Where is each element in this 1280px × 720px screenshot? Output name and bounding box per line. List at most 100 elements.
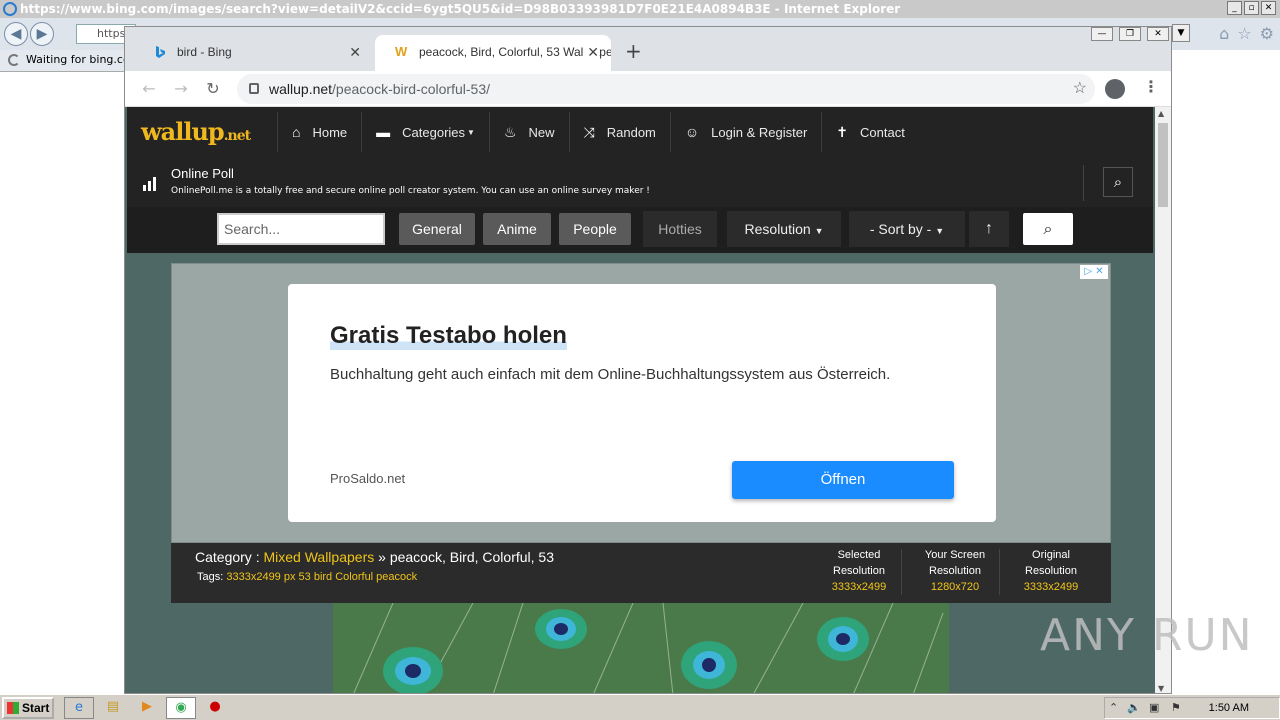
nav-categories[interactable]: ▬ Categories ▼ [362,112,490,152]
nav-contact[interactable]: ✝ Contact [822,112,919,152]
advertisement: ▷ ✕ Gratis Testabo holen Buchhaltung geh… [171,263,1111,543]
close-button[interactable]: ✕ [1147,27,1169,41]
person-icon: ✝ [836,123,849,140]
tab-label: bird - Bing [177,45,232,59]
header-search-button[interactable]: ⌕ [1103,167,1133,197]
loading-icon [8,54,20,66]
volume-icon[interactable]: 🔈 [1127,698,1141,718]
minimize-button[interactable]: _ [1227,1,1242,15]
scroll-down-icon[interactable]: ▼ [1158,684,1164,693]
resolution-dropdown[interactable]: Resolution ▼ [727,211,841,247]
breadcrumb: Category : Mixed Wallpapers » peacock, B… [195,549,555,565]
start-button[interactable]: Start [2,697,54,719]
close-button[interactable]: ✕ [1261,1,1276,15]
divider [999,549,1000,595]
tab-strip: bird - Bing ✕ W peacock, Bird, Colorful,… [125,27,1171,71]
ie-logo-icon [3,2,17,16]
wallpaper-image[interactable] [333,603,949,693]
network-icon[interactable]: ▣ [1149,698,1159,718]
nav-home[interactable]: ⌂ Home [277,112,363,152]
selected-resolution[interactable]: Selected Resolution 3333x2499 [819,547,899,595]
hotties-button[interactable]: Hotties [643,211,717,247]
forward-icon[interactable]: → [169,77,193,101]
ie-taskbar-icon[interactable]: e [64,697,94,719]
divider [1083,165,1084,201]
action-center-icon[interactable]: ⚑ [1171,698,1181,718]
address-bar[interactable]: wallup.net/peacock-bird-colorful-53/ ☆ [237,74,1095,104]
system-tray: ⌃ 🔈 ▣ ⚑ 1:50 AM [1104,697,1280,719]
forward-icon[interactable]: ▶ [30,22,54,46]
ad-open-button[interactable]: Öffnen [732,461,954,499]
new-tab-icon[interactable]: + [625,39,642,63]
fire-icon: ♨ [503,123,517,140]
site-header: wallup.net ⌂ Home ▬ Categories ▼ ♨ New ⤨ Rand… [127,107,1153,207]
site-logo[interactable]: wallup.net [141,117,251,146]
poll-description: OnlinePoll.me is a totally free and secu… [171,186,650,196]
ie-title-bar: https://www.bing.com/images/search?view=… [0,0,1280,18]
screen-resolution[interactable]: Your Screen Resolution 1280x720 [915,547,995,595]
filter-bar: Search... General Anime People Hotties R… [127,207,1153,253]
scroll-up-icon[interactable]: ▲ [1158,109,1164,118]
search-submit-button[interactable]: ⌕ [1023,213,1073,245]
wallpaper-info-bar: Category : Mixed Wallpapers » peacock, B… [171,543,1111,603]
peacock-feathers-image [333,603,949,693]
home-icon[interactable]: ⌂ [1219,24,1229,43]
ie-dropdown-icon[interactable]: ▼ [1172,24,1190,42]
anime-button[interactable]: Anime [483,213,551,245]
vertical-scrollbar[interactable]: ▲ ▼ [1155,107,1171,693]
chrome-toolbar: ← → ↻ wallup.net/peacock-bird-colorful-5… [125,71,1171,107]
tag-links[interactable]: 3333x2499 px 53 bird Colorful peacock [226,571,417,583]
folder-taskbar-icon[interactable]: ▤ [98,697,128,719]
ad-card[interactable]: Gratis Testabo holen Buchhaltung geht au… [288,284,996,522]
nav-login-register[interactable]: ☺ Login & Register [671,112,823,152]
close-tab-icon[interactable]: ✕ [583,35,599,69]
tab-wallup[interactable]: W peacock, Bird, Colorful, 53 Wallpaper … [375,35,611,71]
restore-button[interactable]: ❐ [1119,27,1141,41]
online-poll-ad[interactable]: Online Poll OnlinePoll.me is a totally f… [141,163,1081,203]
nav-random[interactable]: ⤨ Random [570,112,671,152]
favorites-icon[interactable]: ☆ [1237,24,1251,43]
tab-bing[interactable]: bird - Bing ✕ [133,35,373,71]
ad-headline[interactable]: Gratis Testabo holen [330,322,567,350]
media-player-taskbar-icon[interactable]: ▶ [132,697,162,719]
ad-text: Buchhaltung geht auch einfach mit dem On… [330,366,891,383]
taskbar: Start e ▤ ▶ ◉ ● ⌃ 🔈 ▣ ⚑ 1:50 AM [0,694,1280,720]
chrome-taskbar-icon[interactable]: ◉ [166,697,196,719]
tray-expand-icon[interactable]: ⌃ [1109,698,1118,718]
bookmark-star-icon[interactable]: ☆ [1073,74,1087,104]
original-resolution[interactable]: Original Resolution 3333x2499 [1011,547,1091,595]
general-button[interactable]: General [399,213,475,245]
sort-by-dropdown[interactable]: - Sort by - ▼ [849,211,965,247]
nav-new[interactable]: ♨ New [490,112,570,152]
main-nav: ⌂ Home ▬ Categories ▼ ♨ New ⤨ Random ☺ Login &… [277,109,919,155]
sort-order-arrow-icon[interactable]: ↑ [969,211,1009,247]
back-icon[interactable]: ← [137,77,161,101]
ie-tab-label: Waiting for bing.com [26,53,124,66]
wallpaper-title: peacock, Bird, Colorful, 53 [389,549,555,565]
home-icon: ⌂ [292,124,301,140]
restore-button[interactable]: ▫ [1244,1,1259,15]
ie-tab[interactable]: Waiting for bing.com [0,50,124,72]
ie-window-controls: _ ▫ ✕ [1227,1,1276,15]
page-viewport: wallup.net ⌂ Home ▬ Categories ▼ ♨ New ⤨ Rand… [125,107,1155,693]
opera-taskbar-icon[interactable]: ● [200,697,230,719]
user-plus-icon: ☺ [684,124,700,140]
gear-icon[interactable]: ⚙ [1260,24,1274,43]
people-button[interactable]: People [559,213,631,245]
clock[interactable]: 1:50 AM [1209,698,1249,718]
back-icon[interactable]: ◀ [4,22,28,46]
profile-avatar-icon[interactable] [1105,79,1125,99]
adchoices-icon[interactable]: ▷ ✕ [1080,265,1108,279]
minimize-button[interactable]: — [1091,27,1113,41]
folder-icon: ▬ [376,124,391,140]
chrome-window-controls: — ❐ ✕ [1091,27,1169,41]
reload-icon[interactable]: ↻ [201,77,225,101]
scrollbar-thumb[interactable] [1158,123,1168,207]
anyrun-watermark: ANY RUN [1040,610,1254,661]
shuffle-icon: ⤨ [583,123,595,140]
search-input[interactable]: Search... [217,213,385,245]
category-link[interactable]: Mixed Wallpapers [263,549,374,565]
close-tab-icon[interactable]: ✕ [349,35,361,69]
menu-kebab-icon[interactable]: ⋮ [1143,77,1159,96]
ad-source[interactable]: ProSaldo.net [330,471,405,486]
